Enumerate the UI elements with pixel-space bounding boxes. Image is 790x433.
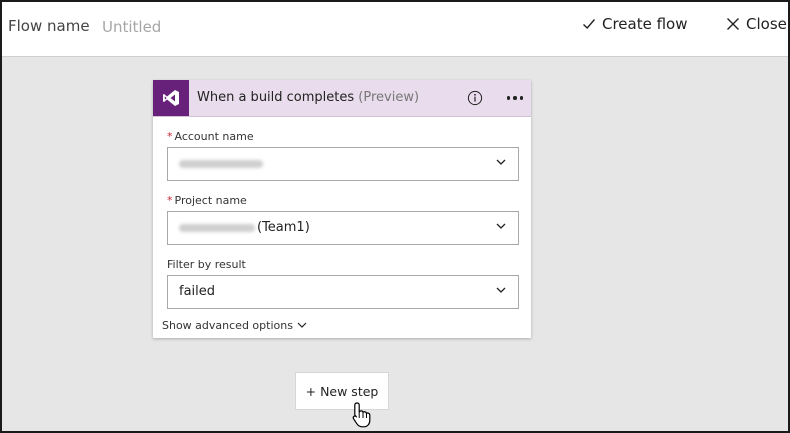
more-options-icon[interactable] xyxy=(503,90,527,106)
chevron-down-icon xyxy=(496,159,506,165)
show-advanced-options-label: Show advanced options xyxy=(162,319,293,332)
hand-pointer-cursor-icon xyxy=(352,402,371,428)
show-advanced-options-link[interactable]: Show advanced options xyxy=(162,319,307,332)
close-icon xyxy=(727,18,739,30)
create-flow-button[interactable]: Create flow xyxy=(582,15,688,33)
trigger-card: When a build completes (Preview) * Accoun… xyxy=(153,80,531,338)
account-name-value xyxy=(179,156,265,171)
trigger-card-header[interactable]: When a build completes (Preview) xyxy=(153,80,531,117)
filter-by-result-label: Filter by result xyxy=(167,258,246,271)
chevron-down-icon xyxy=(297,322,307,328)
trigger-title-suffix: (Preview) xyxy=(358,90,420,105)
app-window: Flow name Create flow Close When a build… xyxy=(2,2,788,431)
account-name-dropdown[interactable] xyxy=(167,147,519,181)
project-name-label: * Project name xyxy=(167,194,247,207)
top-bar: Flow name Create flow Close xyxy=(2,2,788,57)
flow-name-input[interactable] xyxy=(98,14,406,40)
new-step-button[interactable]: + New step xyxy=(295,372,389,410)
project-name-value: (Team1) xyxy=(179,220,310,235)
trigger-title: When a build completes (Preview) xyxy=(197,90,419,105)
close-button[interactable]: Close xyxy=(726,15,787,33)
chevron-down-icon xyxy=(496,287,506,293)
visual-studio-logo-icon xyxy=(153,80,189,116)
checkmark-icon xyxy=(583,19,596,30)
account-name-label: * Account name xyxy=(167,130,254,143)
close-label: Close xyxy=(746,15,787,33)
chevron-down-icon xyxy=(496,223,506,229)
project-name-dropdown[interactable]: (Team1) xyxy=(167,211,519,245)
filter-by-result-dropdown[interactable]: failed xyxy=(167,275,519,309)
info-icon[interactable] xyxy=(467,90,483,106)
filter-by-result-value: failed xyxy=(179,284,216,299)
create-flow-label: Create flow xyxy=(602,15,688,33)
flow-name-label: Flow name xyxy=(8,17,90,35)
trigger-title-text: When a build completes xyxy=(197,90,355,105)
